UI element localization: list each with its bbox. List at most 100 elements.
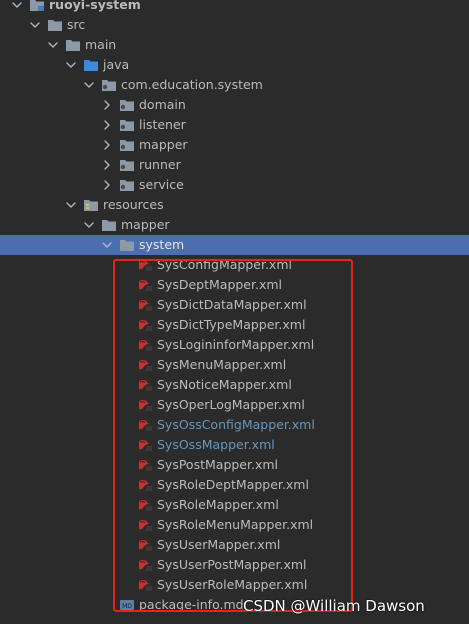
chevron-right-icon[interactable]	[100, 158, 114, 172]
mybatis-xml-icon	[137, 297, 153, 313]
mybatis-xml-icon	[137, 317, 153, 333]
chevron-placeholder	[118, 498, 132, 512]
mybatis-xml-icon	[137, 537, 153, 553]
mybatis-xml-icon	[137, 277, 153, 293]
tree-row-label: SysNoticeMapper.xml	[157, 377, 292, 392]
tree-row-label: listener	[139, 117, 186, 132]
tree-row-label: SysPostMapper.xml	[157, 457, 279, 472]
chevron-down-icon[interactable]	[64, 58, 78, 72]
tree-row-label: runner	[139, 157, 181, 172]
tree-row-label: SysConfigMapper.xml	[157, 257, 292, 272]
tree-row[interactable]: ruoyi-system	[0, 0, 469, 15]
package-icon	[119, 117, 135, 133]
tree-row-label: mapper	[139, 137, 188, 152]
chevron-placeholder	[118, 298, 132, 312]
chevron-placeholder	[118, 398, 132, 412]
package-icon	[101, 77, 117, 93]
tree-row-label: resources	[103, 197, 164, 212]
tree-row[interactable]: resources	[0, 195, 469, 215]
chevron-down-icon[interactable]	[82, 78, 96, 92]
folder-icon	[47, 17, 63, 33]
watermark: CSDN @William Dawson	[243, 597, 425, 615]
tree-row[interactable]: SysRoleMenuMapper.xml	[0, 515, 469, 535]
chevron-down-icon[interactable]	[46, 38, 60, 52]
tree-row[interactable]: src	[0, 15, 469, 35]
tree-row[interactable]: SysOssMapper.xml	[0, 435, 469, 455]
mybatis-xml-icon	[137, 417, 153, 433]
tree-row[interactable]: system	[0, 235, 469, 255]
tree-row[interactable]: java	[0, 55, 469, 75]
tree-row[interactable]: SysDeptMapper.xml	[0, 275, 469, 295]
mybatis-xml-icon	[137, 457, 153, 473]
chevron-down-icon[interactable]	[82, 218, 96, 232]
tree-row-label: system	[139, 237, 185, 252]
tree-row-label: src	[67, 17, 86, 32]
tree-row[interactable]: SysPostMapper.xml	[0, 455, 469, 475]
tree-row-label: ruoyi-system	[49, 0, 141, 12]
tree-row[interactable]: SysDictTypeMapper.xml	[0, 315, 469, 335]
tree-row-label: SysRoleDeptMapper.xml	[157, 477, 309, 492]
package-icon	[119, 97, 135, 113]
tree-row-label: SysUserPostMapper.xml	[157, 557, 307, 572]
module-folder-icon	[29, 0, 45, 13]
chevron-placeholder	[118, 518, 132, 532]
tree-row[interactable]: listener	[0, 115, 469, 135]
tree-row-label: SysRoleMapper.xml	[157, 497, 279, 512]
mybatis-xml-icon	[137, 557, 153, 573]
chevron-right-icon[interactable]	[100, 138, 114, 152]
tree-row[interactable]: service	[0, 175, 469, 195]
tree-row-label: com.education.system	[121, 77, 263, 92]
chevron-placeholder	[118, 338, 132, 352]
tree-row-label: java	[103, 57, 130, 72]
tree-row[interactable]: SysLogininforMapper.xml	[0, 335, 469, 355]
tree-row[interactable]: mapper	[0, 135, 469, 155]
tree-row-label: SysDictDataMapper.xml	[157, 297, 307, 312]
package-icon	[119, 157, 135, 173]
mybatis-xml-icon	[137, 497, 153, 513]
tree-row[interactable]: SysConfigMapper.xml	[0, 255, 469, 275]
chevron-down-icon[interactable]	[28, 18, 42, 32]
chevron-right-icon[interactable]	[100, 118, 114, 132]
tree-row-label: SysOssMapper.xml	[157, 437, 275, 452]
mybatis-xml-icon	[137, 357, 153, 373]
chevron-down-icon[interactable]	[10, 0, 24, 12]
tree-row-label: SysMenuMapper.xml	[157, 357, 287, 372]
tree-row[interactable]: SysUserMapper.xml	[0, 535, 469, 555]
chevron-placeholder	[118, 358, 132, 372]
chevron-placeholder	[118, 438, 132, 452]
tree-row[interactable]: main	[0, 35, 469, 55]
mybatis-xml-icon	[137, 477, 153, 493]
chevron-placeholder	[100, 598, 114, 612]
chevron-placeholder	[118, 278, 132, 292]
chevron-placeholder	[118, 258, 132, 272]
tree-row[interactable]: domain	[0, 95, 469, 115]
tree-row-label: SysDeptMapper.xml	[157, 277, 283, 292]
tree-row[interactable]: SysUserRoleMapper.xml	[0, 575, 469, 595]
tree-row-label: service	[139, 177, 184, 192]
chevron-down-icon[interactable]	[100, 238, 114, 252]
tree-row[interactable]: SysUserPostMapper.xml	[0, 555, 469, 575]
tree-row[interactable]: SysRoleDeptMapper.xml	[0, 475, 469, 495]
chevron-placeholder	[118, 418, 132, 432]
tree-row[interactable]: SysNoticeMapper.xml	[0, 375, 469, 395]
package-icon	[119, 137, 135, 153]
tree-row-label: SysDictTypeMapper.xml	[157, 317, 306, 332]
chevron-down-icon[interactable]	[64, 198, 78, 212]
tree-row[interactable]: SysOperLogMapper.xml	[0, 395, 469, 415]
mybatis-xml-icon	[137, 437, 153, 453]
tree-row[interactable]: SysMenuMapper.xml	[0, 355, 469, 375]
tree-row[interactable]: SysRoleMapper.xml	[0, 495, 469, 515]
tree-row[interactable]: SysDictDataMapper.xml	[0, 295, 469, 315]
tree-row-label: domain	[139, 97, 186, 112]
mybatis-xml-icon	[137, 517, 153, 533]
tree-row[interactable]: runner	[0, 155, 469, 175]
chevron-right-icon[interactable]	[100, 178, 114, 192]
resources-folder-icon	[83, 197, 99, 213]
tree-row[interactable]: mapper	[0, 215, 469, 235]
tree-row-label: SysLogininforMapper.xml	[157, 337, 315, 352]
tree-row[interactable]: SysOssConfigMapper.xml	[0, 415, 469, 435]
chevron-placeholder	[118, 318, 132, 332]
chevron-placeholder	[118, 378, 132, 392]
chevron-right-icon[interactable]	[100, 98, 114, 112]
tree-row[interactable]: com.education.system	[0, 75, 469, 95]
